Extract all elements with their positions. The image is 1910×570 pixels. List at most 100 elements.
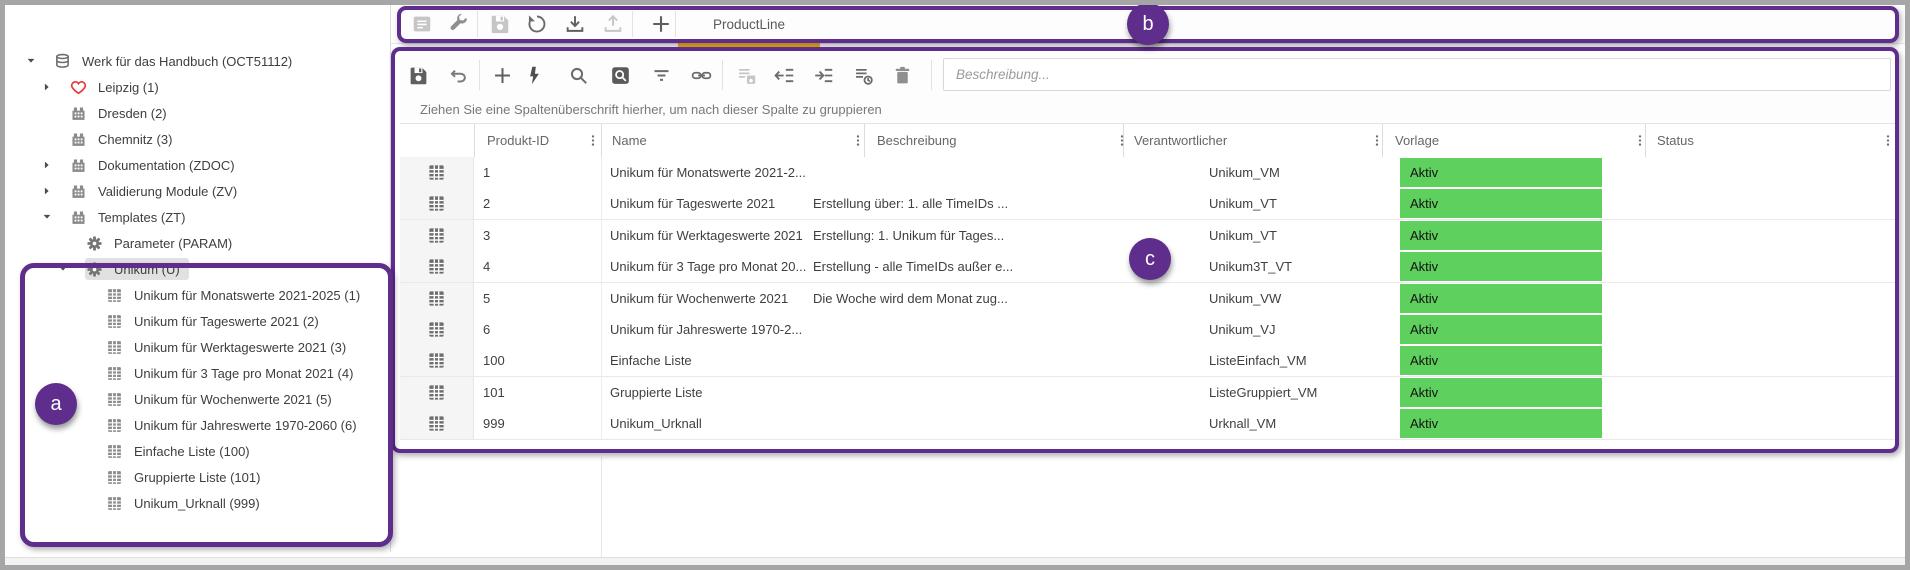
column-menu-icon[interactable]	[1115, 132, 1129, 149]
tree-item[interactable]: Unikum (U)	[5, 256, 390, 282]
building-icon	[69, 156, 87, 174]
building-icon	[69, 104, 87, 122]
cell-produkt-id: 2	[483, 188, 490, 219]
column-menu-icon[interactable]	[851, 132, 865, 149]
active-tab-underline	[678, 43, 820, 47]
table-row[interactable]: 5Unikum für Wochenwerte 2021Die Woche wi…	[400, 283, 1899, 315]
row-divider	[601, 345, 602, 376]
tree-item[interactable]: Dresden (2)	[5, 100, 390, 126]
column-header-verantwortlicher[interactable]: Verantwortlicher	[1134, 124, 1227, 157]
row-grid-icon[interactable]	[400, 345, 474, 376]
column-header-produkt-id[interactable]: Produkt-ID	[487, 124, 549, 157]
tree-item[interactable]: Parameter (PARAM)	[5, 230, 390, 256]
delete-trash-icon[interactable]	[890, 63, 914, 87]
table-row[interactable]: 4Unikum für 3 Tage pro Monat 20...Erstel…	[400, 251, 1899, 283]
column-menu-icon[interactable]	[1881, 132, 1895, 149]
row-grid-icon[interactable]	[400, 188, 474, 219]
cell-beschreibung: Erstellung über: 1. alle TimeIDs ...	[813, 188, 1008, 219]
tree-item[interactable]: Dokumentation (ZDOC)	[5, 152, 390, 178]
search-icon[interactable]	[566, 63, 590, 87]
tree-item[interactable]: Einfache Liste (100)	[5, 438, 390, 464]
save-icon[interactable]	[406, 63, 430, 87]
tree-item-label: Einfache Liste (100)	[134, 444, 250, 459]
row-grid-icon[interactable]	[400, 283, 474, 314]
column-header-status[interactable]: Status	[1657, 124, 1694, 157]
column-menu-icon[interactable]	[1370, 132, 1384, 149]
tree: Werk für das Handbuch (OCT51112)Leipzig …	[5, 48, 390, 516]
tree-item[interactable]: Unikum für Monatswerte 2021-2025 (1)	[5, 282, 390, 308]
cell-name: Gruppierte Liste	[610, 377, 703, 408]
undo-icon[interactable]	[446, 63, 470, 87]
flash-icon[interactable]	[522, 63, 546, 87]
row-grid-icon[interactable]	[400, 220, 474, 251]
add-plus-icon[interactable]	[490, 63, 514, 87]
column-header-name[interactable]: Name	[612, 124, 647, 157]
add-plus-icon[interactable]	[649, 12, 673, 36]
grid-extension-line	[601, 457, 602, 557]
table-row[interactable]: 6Unikum für Jahreswerte 1970-2...Unikum_…	[400, 314, 1899, 346]
toolbar-divider	[675, 11, 676, 37]
column-header-vorlage[interactable]: Vorlage	[1395, 124, 1439, 157]
column-menu-icon[interactable]	[586, 132, 600, 149]
table-row[interactable]: 101Gruppierte ListeListeGruppiert_VMAkti…	[400, 377, 1899, 409]
vorlage-status-badge: Aktiv	[1400, 315, 1602, 344]
column-divider[interactable]	[601, 124, 602, 157]
table-row[interactable]: 2Unikum für Tageswerte 2021Erstellung üb…	[400, 188, 1899, 220]
tree-item[interactable]: Unikum für Tageswerte 2021 (2)	[5, 308, 390, 334]
table-row[interactable]: 100Einfache ListeListeEinfach_VMAktiv	[400, 345, 1899, 377]
caret-placeholder	[77, 497, 89, 509]
grid-icon	[105, 286, 123, 304]
row-divider	[601, 251, 602, 282]
group-panel[interactable]: Ziehen Sie eine Spaltenüberschrift hierh…	[400, 96, 1899, 124]
tree-item[interactable]: Unikum_Urknall (999)	[5, 490, 390, 516]
wrench-icon[interactable]	[446, 12, 470, 36]
tree-item[interactable]: Gruppierte Liste (101)	[5, 464, 390, 490]
column-header-beschreibung[interactable]: Beschreibung	[877, 124, 957, 157]
caret-right-icon[interactable]	[41, 81, 53, 93]
table-row[interactable]: 3Unikum für Werktageswerte 2021Erstellun…	[400, 220, 1899, 252]
tree-item[interactable]: Leipzig (1)	[5, 74, 390, 100]
caret-placeholder	[41, 107, 53, 119]
export-upload-icon	[601, 12, 625, 36]
tree-item[interactable]: Unikum für Wochenwerte 2021 (5)	[5, 386, 390, 412]
row-history-icon[interactable]	[851, 63, 875, 87]
tree-item[interactable]: Werk für das Handbuch (OCT51112)	[5, 48, 390, 74]
row-grid-icon[interactable]	[400, 314, 474, 345]
caret-down-icon[interactable]	[41, 211, 53, 223]
caret-right-icon[interactable]	[41, 185, 53, 197]
search-box-icon[interactable]	[608, 63, 632, 87]
history-icon[interactable]	[525, 12, 549, 36]
tree-item[interactable]: Unikum für Jahreswerte 1970-2060 (6)	[5, 412, 390, 438]
tree-item[interactable]: Unikum für 3 Tage pro Monat 2021 (4)	[5, 360, 390, 386]
building-icon	[69, 208, 87, 226]
description-input[interactable]	[943, 58, 1891, 91]
caret-placeholder	[57, 237, 69, 249]
row-grid-icon[interactable]	[400, 408, 474, 439]
row-grid-icon[interactable]	[400, 377, 474, 408]
tree-item[interactable]: Templates (ZT)	[5, 204, 390, 230]
caret-down-icon[interactable]	[25, 55, 37, 67]
tree-item[interactable]: Chemnitz (3)	[5, 126, 390, 152]
expand-right-icon[interactable]	[811, 63, 835, 87]
import-download-icon[interactable]	[563, 12, 587, 36]
cell-name: Einfache Liste	[610, 345, 692, 376]
tab-productline[interactable]: ProductLine	[678, 5, 820, 43]
caret-down-icon[interactable]	[57, 263, 69, 275]
row-grid-icon[interactable]	[400, 157, 474, 188]
cell-name: Unikum für Monatswerte 2021-2...	[610, 157, 806, 188]
row-divider	[601, 220, 602, 251]
table-row[interactable]: 999Unikum_UrknallUrknall_VMAktiv	[400, 408, 1899, 440]
tree-item[interactable]: Validierung Module (ZV)	[5, 178, 390, 204]
tree-item[interactable]: Unikum für Werktageswerte 2021 (3)	[5, 334, 390, 360]
column-menu-icon[interactable]	[1633, 132, 1647, 149]
row-divider	[601, 377, 602, 408]
caret-right-icon[interactable]	[41, 159, 53, 171]
collapse-left-icon[interactable]	[772, 63, 796, 87]
row-grid-icon[interactable]	[400, 251, 474, 282]
cell-name: Unikum_Urknall	[610, 408, 702, 439]
filter-icon[interactable]	[649, 63, 673, 87]
column-divider[interactable]	[474, 124, 475, 157]
link-icon[interactable]	[689, 63, 713, 87]
building-icon	[69, 182, 87, 200]
table-row[interactable]: 1Unikum für Monatswerte 2021-2...Unikum_…	[400, 157, 1899, 189]
